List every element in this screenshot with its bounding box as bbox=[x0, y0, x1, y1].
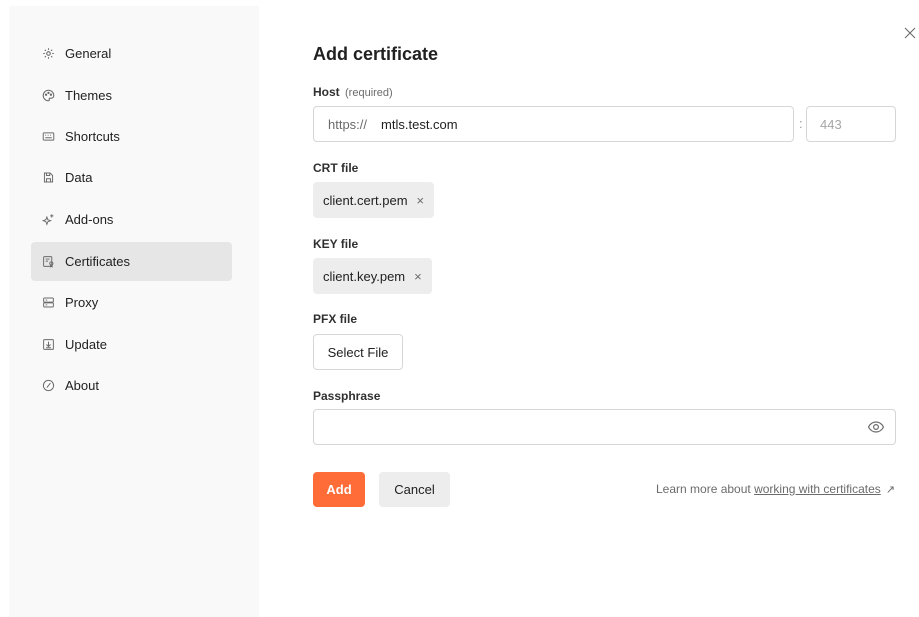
required-note: (required) bbox=[345, 87, 393, 99]
data-icon bbox=[41, 171, 55, 185]
close-icon[interactable] bbox=[903, 26, 917, 40]
host-input-group: https:// bbox=[313, 106, 794, 142]
remove-crt-icon[interactable]: × bbox=[417, 193, 425, 208]
info-icon bbox=[41, 379, 55, 393]
key-file-label: KEY file bbox=[313, 237, 359, 251]
sidebar-item-proxy[interactable]: Proxy bbox=[31, 283, 232, 322]
protocol-prefix: https:// bbox=[328, 116, 368, 132]
pfx-file-label: PFX file bbox=[313, 312, 358, 326]
sidebar-item-add-ons[interactable]: Add-ons bbox=[31, 200, 232, 239]
learn-more: Learn more about working with certificat… bbox=[656, 482, 895, 496]
settings-sidebar: General Themes Shortcuts Data Add-ons Ce… bbox=[9, 6, 259, 617]
passphrase-label: Passphrase bbox=[313, 389, 381, 403]
sidebar-item-themes[interactable]: Themes bbox=[31, 76, 232, 115]
certificates-docs-link[interactable]: working with certificates bbox=[754, 482, 881, 496]
sidebar-item-label: Data bbox=[65, 170, 93, 185]
server-icon bbox=[41, 296, 55, 310]
sidebar-item-label: Update bbox=[65, 337, 107, 352]
palette-icon bbox=[41, 89, 55, 103]
passphrase-field bbox=[313, 409, 896, 445]
keyboard-icon bbox=[41, 130, 55, 144]
select-file-button[interactable]: Select File bbox=[313, 334, 403, 370]
gear-icon bbox=[41, 47, 55, 61]
sidebar-item-label: Proxy bbox=[65, 295, 99, 310]
port-input[interactable] bbox=[807, 116, 895, 132]
learn-more-prefix: Learn more about bbox=[656, 482, 755, 496]
port-separator: : bbox=[799, 116, 803, 131]
add-button[interactable]: Add bbox=[313, 472, 365, 507]
sidebar-item-label: Add-ons bbox=[65, 212, 114, 227]
crt-file-chip: client.cert.pem × bbox=[313, 182, 435, 218]
crt-file-name: client.cert.pem bbox=[323, 192, 408, 208]
sidebar-item-general[interactable]: General bbox=[31, 34, 232, 73]
sidebar-item-label: Themes bbox=[65, 88, 112, 103]
sidebar-item-label: About bbox=[65, 378, 99, 393]
host-label-text: Host bbox=[313, 85, 340, 99]
eye-icon[interactable] bbox=[867, 418, 885, 436]
host-input[interactable] bbox=[381, 116, 762, 132]
page-title: Add certificate bbox=[313, 44, 439, 64]
external-link-icon: ↗ bbox=[885, 484, 895, 496]
key-file-chip: client.key.pem × bbox=[313, 258, 432, 294]
sidebar-item-update[interactable]: Update bbox=[31, 325, 232, 364]
download-icon bbox=[41, 338, 55, 352]
port-input-group bbox=[806, 106, 896, 142]
remove-key-icon[interactable]: × bbox=[414, 269, 422, 284]
sidebar-item-data[interactable]: Data bbox=[31, 158, 232, 197]
sidebar-item-label: Shortcuts bbox=[65, 129, 120, 144]
sparkle-icon bbox=[41, 213, 55, 227]
host-label: Host (required) bbox=[313, 85, 393, 99]
key-file-name: client.key.pem bbox=[323, 268, 406, 284]
sidebar-item-about[interactable]: About bbox=[31, 366, 232, 405]
passphrase-input[interactable] bbox=[314, 419, 867, 435]
crt-file-label: CRT file bbox=[313, 161, 359, 175]
sidebar-item-label: Certificates bbox=[65, 254, 131, 269]
sidebar-item-label: General bbox=[65, 46, 112, 61]
sidebar-item-shortcuts[interactable]: Shortcuts bbox=[31, 117, 232, 156]
sidebar-item-certificates[interactable]: Certificates bbox=[31, 242, 232, 281]
certificate-icon bbox=[41, 255, 55, 269]
cancel-button[interactable]: Cancel bbox=[379, 472, 450, 507]
